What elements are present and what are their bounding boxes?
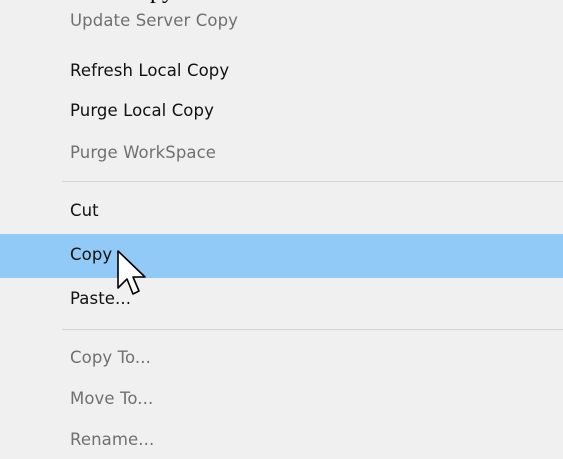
menu-separator bbox=[62, 181, 563, 182]
menu-item-rename[interactable]: Rename... bbox=[0, 423, 563, 457]
context-menu: Update Server Copy Refresh Local Copy Pu… bbox=[0, 0, 563, 459]
background-title-fragment: py bbox=[0, 0, 563, 6]
menu-item-purge-local-copy[interactable]: Purge Local Copy bbox=[0, 94, 563, 128]
menu-item-copy-to[interactable]: Copy To... bbox=[0, 341, 563, 375]
menu-item-copy[interactable]: Copy bbox=[0, 234, 563, 278]
menu-item-update-server-copy[interactable]: Update Server Copy bbox=[0, 4, 563, 38]
menu-item-label: Purge WorkSpace bbox=[70, 143, 217, 162]
menu-item-label: Cut bbox=[70, 201, 99, 220]
background-title-text: py bbox=[150, 0, 174, 6]
menu-item-label: Update Server Copy bbox=[70, 11, 239, 30]
menu-item-purge-workspace[interactable]: Purge WorkSpace bbox=[0, 136, 563, 170]
menu-item-label: Copy To... bbox=[70, 348, 151, 367]
menu-item-refresh-local-copy[interactable]: Refresh Local Copy bbox=[0, 54, 563, 88]
menu-item-label: Paste... bbox=[70, 289, 132, 308]
menu-item-cut[interactable]: Cut bbox=[0, 194, 563, 228]
menu-item-label: Move To... bbox=[70, 389, 154, 408]
menu-item-label: Purge Local Copy bbox=[70, 101, 214, 120]
menu-separator bbox=[62, 329, 563, 330]
menu-item-label: Copy bbox=[70, 245, 113, 264]
menu-item-move-to[interactable]: Move To... bbox=[0, 382, 563, 416]
menu-item-paste[interactable]: Paste... bbox=[0, 282, 563, 316]
menu-item-label: Refresh Local Copy bbox=[70, 61, 230, 80]
menu-item-label: Rename... bbox=[70, 430, 155, 449]
